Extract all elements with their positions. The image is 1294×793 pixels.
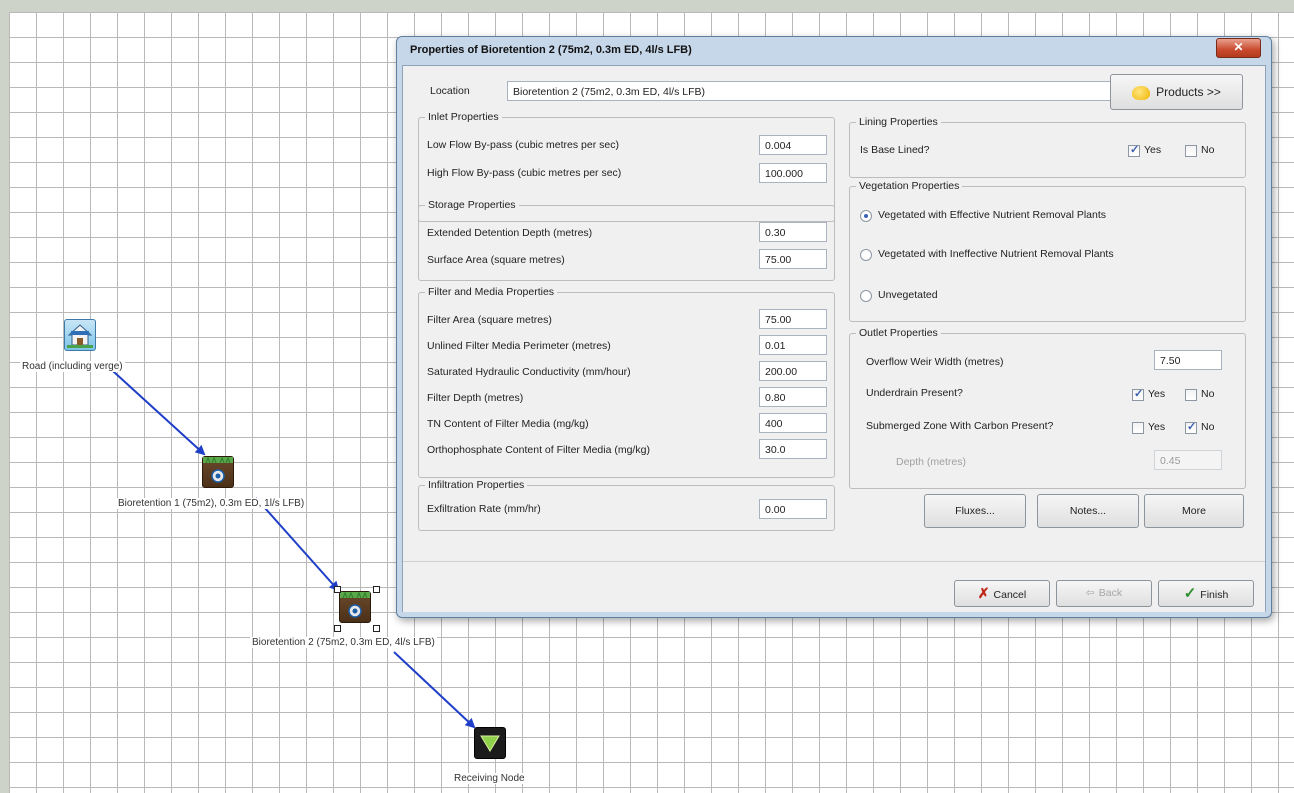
- surface-area-label: Surface Area (square metres): [427, 254, 565, 266]
- lining-properties-group: Lining Properties Is Base Lined? Yes No: [849, 116, 1246, 178]
- link-bio1-to-bio2: [255, 497, 340, 592]
- dialog-client: Location Bioretention 2 (75m2, 0.3m ED, …: [402, 65, 1266, 612]
- submerged-yes-checkbox[interactable]: [1132, 422, 1144, 434]
- dialog-title: Properties of Bioretention 2 (75m2, 0.3m…: [410, 44, 692, 56]
- selection-handle[interactable]: [334, 625, 341, 632]
- depth-label: Depth (metres): [896, 456, 967, 468]
- underdrain-no-label: No: [1201, 388, 1215, 400]
- underdrain-no-checkbox[interactable]: [1185, 389, 1197, 401]
- unvegetated-label: Unvegetated: [878, 289, 938, 301]
- base-lined-no-checkbox[interactable]: [1185, 145, 1197, 157]
- dialog-button-bar: ✗ Cancel ⇦ Back ✓ Finish: [403, 561, 1265, 612]
- road-node-label: Road (including verge): [20, 361, 125, 372]
- filter-area-label: Filter Area (square metres): [427, 314, 552, 326]
- back-button[interactable]: ⇦ Back: [1056, 580, 1152, 607]
- infiltration-properties-group: Infiltration Properties Exfiltration Rat…: [418, 479, 835, 531]
- fluxes-button[interactable]: Fluxes...: [924, 494, 1026, 528]
- low-flow-input[interactable]: 0.004: [759, 135, 827, 155]
- filter-media-properties-title: Filter and Media Properties: [425, 286, 558, 298]
- base-lined-label: Is Base Lined?: [860, 144, 930, 156]
- finish-check-icon: ✓: [1183, 585, 1197, 602]
- high-flow-input[interactable]: 100.000: [759, 163, 827, 183]
- cancel-icon: ✗: [977, 585, 990, 601]
- submerged-no-checkbox[interactable]: [1185, 420, 1197, 434]
- base-lined-no-label: No: [1201, 144, 1215, 156]
- tn-content-label: TN Content of Filter Media (mg/kg): [427, 418, 589, 430]
- back-arrow-icon: ⇦: [1085, 587, 1095, 599]
- receiving-node-icon[interactable]: [474, 727, 506, 759]
- unlined-perimeter-input[interactable]: 0.01: [759, 335, 827, 355]
- vegetation-properties-title: Vegetation Properties: [856, 180, 963, 192]
- house-icon[interactable]: [64, 319, 96, 351]
- outlet-properties-title: Outlet Properties: [856, 327, 941, 339]
- notes-button[interactable]: Notes...: [1037, 494, 1139, 528]
- receiving-node-label: Receiving Node: [452, 773, 527, 784]
- filter-depth-label: Filter Depth (metres): [427, 392, 524, 404]
- bioretention-1-label: Bioretention 1 (75m2), 0.3m ED, 1l/s LFB…: [116, 498, 307, 509]
- overflow-weir-width-input[interactable]: 7.50: [1154, 350, 1222, 370]
- vegetated-ineffective-label: Vegetated with Ineffective Nutrient Remo…: [878, 248, 1114, 260]
- finish-button[interactable]: ✓ Finish: [1158, 580, 1254, 607]
- lining-properties-title: Lining Properties: [856, 116, 941, 128]
- cancel-label: Cancel: [993, 589, 1027, 601]
- exfiltration-rate-label: Exfiltration Rate (mm/hr): [427, 503, 541, 515]
- selection-handle[interactable]: [334, 586, 341, 593]
- link-bio2-to-receiving: [393, 651, 476, 729]
- underdrain-yes-checkbox[interactable]: [1132, 387, 1144, 401]
- selection-handle[interactable]: [373, 625, 380, 632]
- products-button[interactable]: Products >>: [1110, 74, 1243, 110]
- finish-label: Finish: [1200, 589, 1229, 601]
- unlined-perimeter-label: Unlined Filter Media Perimeter (metres): [427, 340, 611, 352]
- properties-dialog: Properties of Bioretention 2 (75m2, 0.3m…: [396, 36, 1272, 618]
- vegetated-effective-radio[interactable]: [860, 210, 872, 222]
- vegetated-effective-label: Vegetated with Effective Nutrient Remova…: [878, 209, 1107, 221]
- vegetation-properties-group: Vegetation Properties Vegetated with Eff…: [849, 180, 1246, 322]
- submerged-no-label: No: [1201, 421, 1215, 433]
- hydraulic-conductivity-label: Saturated Hydraulic Conductivity (mm/hou…: [427, 366, 631, 378]
- dialog-titlebar[interactable]: Properties of Bioretention 2 (75m2, 0.3m…: [397, 37, 1271, 65]
- outlet-properties-group: Outlet Properties Overflow Weir Width (m…: [849, 327, 1246, 489]
- link-road-to-bio1: [102, 361, 206, 456]
- bioretention-icon[interactable]: [339, 591, 371, 623]
- close-icon: ✕: [1233, 40, 1244, 54]
- vegetated-ineffective-radio[interactable]: [860, 249, 872, 261]
- depth-input[interactable]: 0.45: [1154, 450, 1222, 470]
- inlet-properties-title: Inlet Properties: [425, 111, 502, 123]
- submerged-zone-label: Submerged Zone With Carbon Present?: [866, 420, 1054, 432]
- close-button[interactable]: ✕: [1216, 38, 1261, 58]
- underdrain-present-label: Underdrain Present?: [866, 387, 963, 399]
- orthophosphate-content-label: Orthophosphate Content of Filter Media (…: [427, 444, 650, 456]
- back-label: Back: [1098, 587, 1123, 599]
- location-label: Location: [430, 85, 470, 97]
- surface-area-input[interactable]: 75.00: [759, 249, 827, 269]
- orthophosphate-content-input[interactable]: 30.0: [759, 439, 827, 459]
- more-button[interactable]: More: [1144, 494, 1244, 528]
- extended-detention-depth-label: Extended Detention Depth (metres): [427, 227, 593, 239]
- infiltration-properties-title: Infiltration Properties: [425, 479, 528, 491]
- products-label: Products >>: [1156, 85, 1221, 99]
- unvegetated-radio[interactable]: [860, 290, 872, 302]
- underdrain-yes-label: Yes: [1148, 388, 1166, 400]
- extended-detention-depth-input[interactable]: 0.30: [759, 222, 827, 242]
- bioretention-icon[interactable]: [202, 456, 234, 488]
- filter-depth-input[interactable]: 0.80: [759, 387, 827, 407]
- base-lined-yes-checkbox[interactable]: [1128, 143, 1140, 157]
- filter-media-properties-group: Filter and Media Properties Filter Area …: [418, 286, 835, 478]
- high-flow-label: High Flow By-pass (cubic metres per sec): [427, 167, 622, 179]
- low-flow-label: Low Flow By-pass (cubic metres per sec): [427, 139, 619, 151]
- cancel-button[interactable]: ✗ Cancel: [954, 580, 1050, 607]
- selection-handle[interactable]: [373, 586, 380, 593]
- hydraulic-conductivity-input[interactable]: 200.00: [759, 361, 827, 381]
- products-icon: [1132, 85, 1151, 100]
- overflow-weir-width-label: Overflow Weir Width (metres): [866, 356, 1004, 368]
- filter-area-input[interactable]: 75.00: [759, 309, 827, 329]
- exfiltration-rate-input[interactable]: 0.00: [759, 499, 827, 519]
- base-lined-yes-label: Yes: [1144, 144, 1162, 156]
- storage-properties-title: Storage Properties: [425, 199, 519, 211]
- submerged-yes-label: Yes: [1148, 421, 1166, 433]
- storage-properties-group: Storage Properties Extended Detention De…: [418, 199, 835, 281]
- location-field[interactable]: Bioretention 2 (75m2, 0.3m ED, 4l/s LFB): [507, 81, 1113, 101]
- bioretention-2-label: Bioretention 2 (75m2, 0.3m ED, 4l/s LFB): [250, 637, 437, 648]
- tn-content-input[interactable]: 400: [759, 413, 827, 433]
